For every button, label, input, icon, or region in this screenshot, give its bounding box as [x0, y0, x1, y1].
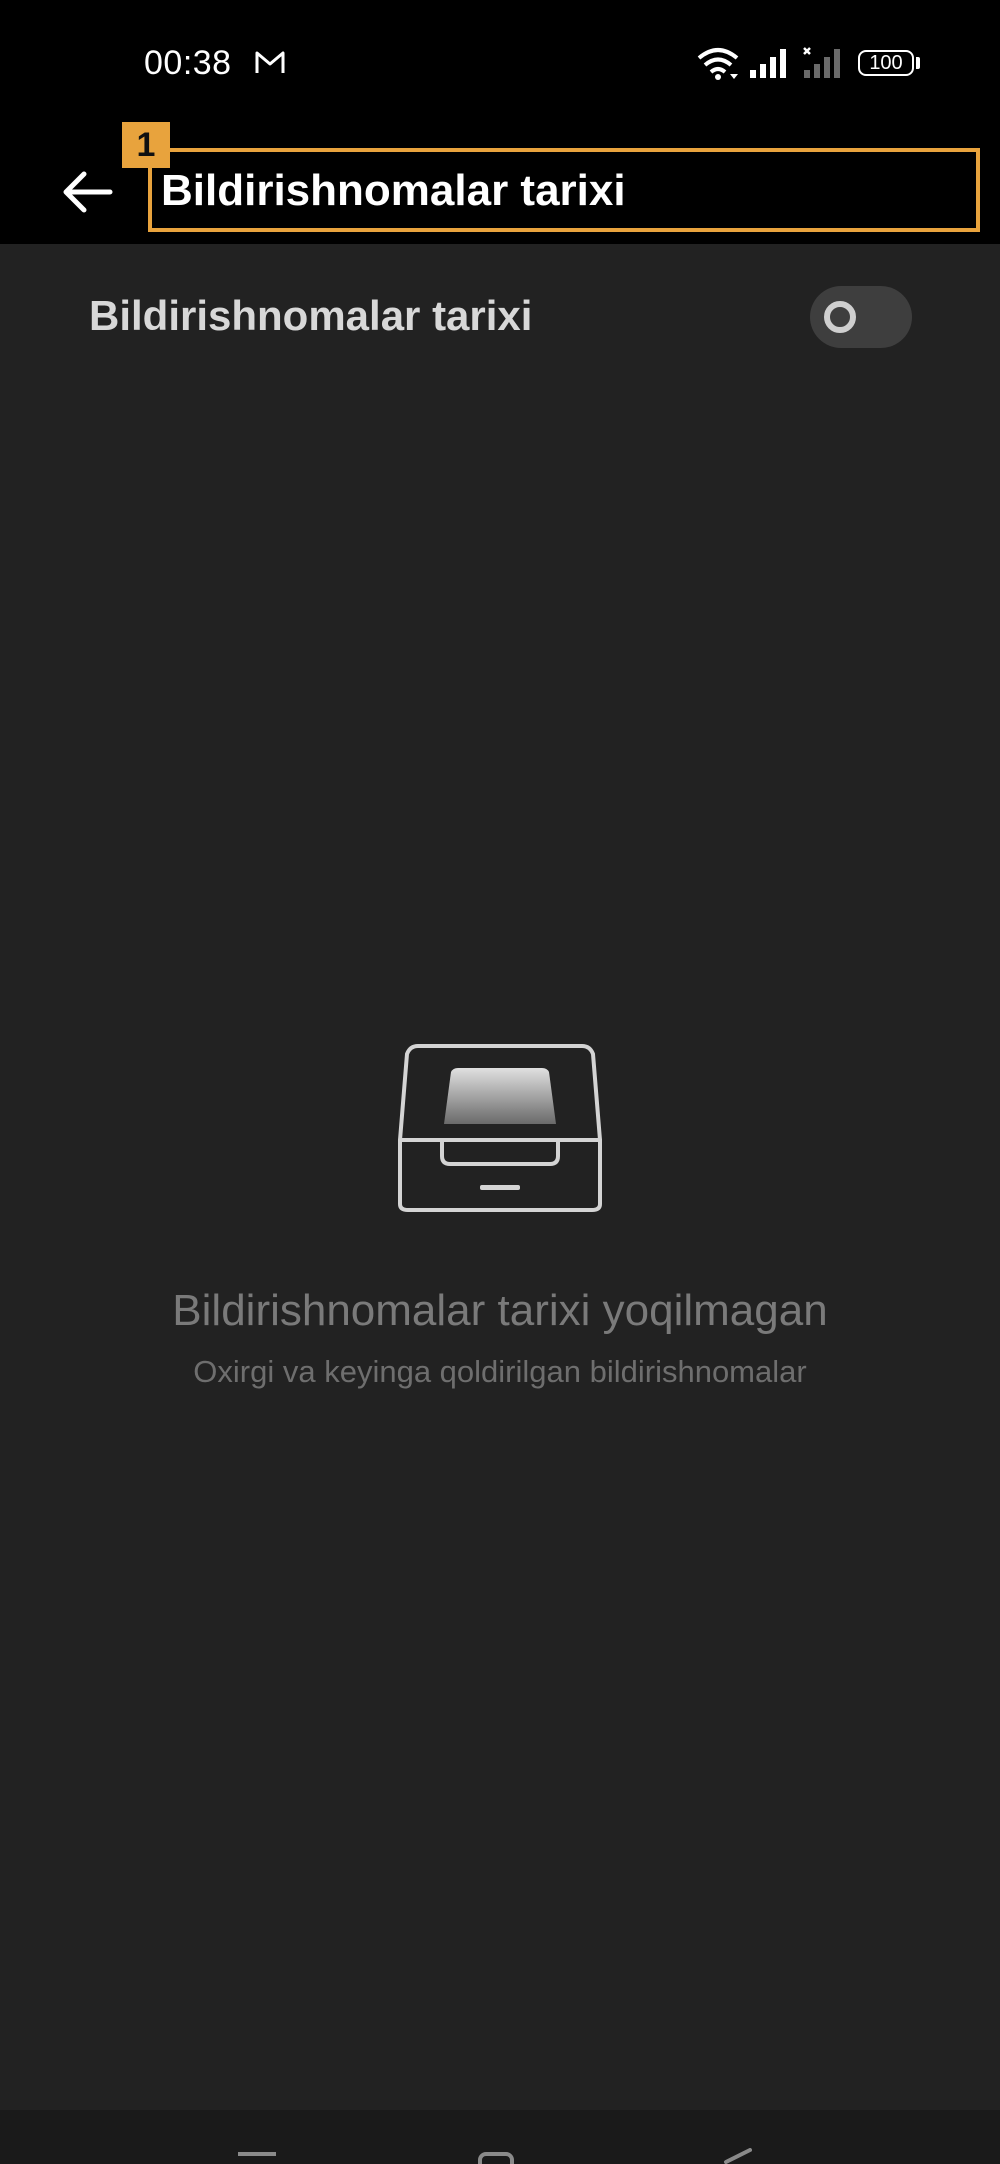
signal-no-service-icon: [803, 47, 840, 78]
toggle-label: Bildirishnomalar tarixi: [89, 292, 533, 339]
screen: 00:38 100 1 Bildirishnomalar tarixi Bild…: [0, 0, 1000, 2164]
toggle-knob: [824, 301, 856, 333]
battery-icon: 100: [858, 50, 914, 76]
back-button[interactable]: [56, 160, 120, 224]
back-nav-icon[interactable]: [722, 2148, 752, 2164]
empty-state-title: Bildirishnomalar tarixi yoqilmagan: [172, 1286, 828, 1335]
wifi-icon: [697, 48, 739, 80]
notification-history-toggle[interactable]: [810, 286, 912, 348]
status-time: 00:38: [144, 44, 232, 82]
inbox-tray-icon: [398, 1044, 602, 1212]
notification-history-toggle-row[interactable]: Bildirishnomalar tarixi: [0, 270, 1000, 360]
empty-state-subtitle: Oxirgi va keyinga qoldirilgan bildirishn…: [193, 1354, 807, 1389]
home-nav-icon[interactable]: [478, 2152, 514, 2164]
battery-tip: [916, 57, 920, 69]
page-title: Bildirishnomalar tarixi: [161, 166, 626, 215]
gmail-icon: [255, 51, 285, 73]
signal-icon: [750, 49, 786, 78]
annotation-badge: 1: [122, 122, 170, 168]
menu-nav-icon[interactable]: [238, 2152, 276, 2156]
